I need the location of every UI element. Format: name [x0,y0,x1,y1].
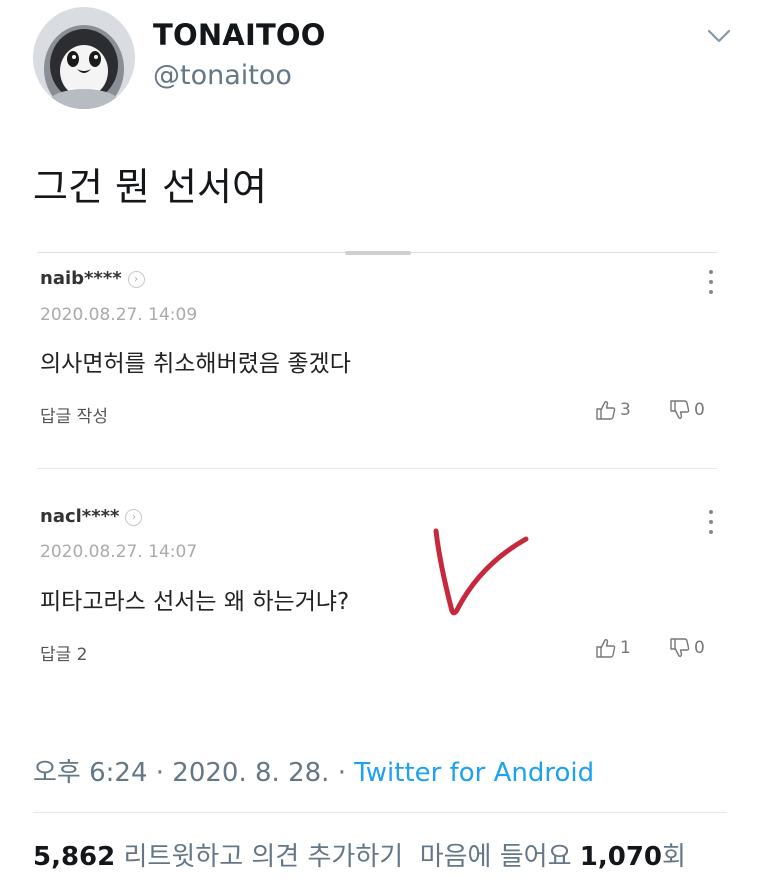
like-count: 1 [620,638,631,658]
chevron-right-icon[interactable]: › [125,509,143,526]
meta-separator: · [155,758,165,788]
comment-body: 의사면허를 취소해버렸음 좋겠다 [40,351,351,377]
dislike-count: 0 [694,638,705,658]
thumbs-down-icon [670,638,690,657]
likes-label: 마음에 들어요 [419,842,572,872]
tweet-source-link[interactable]: Twitter for Android [354,758,594,788]
penguin-chick-avatar-icon [33,7,135,109]
dislike-count: 0 [694,400,705,420]
avatar[interactable] [33,7,135,109]
dislike-button[interactable]: 0 [669,400,705,420]
comment-date: 2020.08.27. 14:09 [40,305,198,325]
author-display-name[interactable]: TONAITOO [153,18,326,52]
thumbs-down-icon [670,400,690,419]
comment-date: 2020.08.27. 14:07 [40,542,198,562]
more-options-icon[interactable] [706,510,716,544]
chevron-right-icon[interactable]: › [127,271,145,288]
tweet-menu-chevron-down-icon[interactable] [702,22,736,48]
tweet-meta: 오후 6:24 · 2020. 8. 28. · Twitter for And… [33,752,594,789]
comment-username-text: nacl**** [40,506,120,527]
like-count: 3 [620,400,631,420]
tweet-text: 그건 뭔 선서여 [33,165,267,209]
comment-username[interactable]: nacl**** › [40,506,143,527]
retweets-label: 리트윗 [123,842,196,872]
tweet-date: 2020. 8. 28. [172,758,330,788]
meta-separator: · [337,758,346,788]
dislike-button[interactable]: 0 [669,638,705,658]
tweet-stats: 5,862 리트윗하고 의견 추가하기 마음에 들어요 1,070회 [33,836,686,873]
thumbs-up-icon [596,639,616,658]
thumbs-up-icon [596,401,616,420]
likes-suffix: 회 [662,842,686,872]
comment-body: 피타고라스 선서는 왜 하는거냐? [40,589,350,615]
more-options-icon[interactable] [706,270,716,304]
reply-button[interactable]: 답글 2 [40,640,88,665]
likes-count: 1,070 [579,842,663,872]
comment-item: naib**** › 2020.08.27. 14:09 의사면허를 취소해버렸음… [33,252,721,462]
stats-divider [33,812,727,813]
embedded-comments-image[interactable]: naib**** › 2020.08.27. 14:09 의사면허를 취소해버렸음… [33,251,721,700]
author-handle[interactable]: @tonaitoo [153,60,292,91]
retweets-count: 5,862 [33,842,116,872]
tweet-time: 오후 6:24 [33,758,148,788]
like-button[interactable]: 1 [595,638,631,658]
comment-username[interactable]: naib**** › [40,268,145,289]
likes-stat[interactable]: 마음에 들어요 1,070회 [420,842,686,872]
comment-item: nacl**** › 2020.08.27. 14:07 피타고라스 선서는 왜 … [33,490,721,700]
comment-divider [37,468,717,469]
reply-button[interactable]: 답글 작성 [40,402,108,427]
like-button[interactable]: 3 [595,400,631,420]
comment-username-text: naib**** [40,268,122,289]
retweets-stat[interactable]: 5,862 리트윗 [33,842,195,872]
quote-tweets-stat[interactable]: 하고 의견 추가하기 [195,842,403,872]
